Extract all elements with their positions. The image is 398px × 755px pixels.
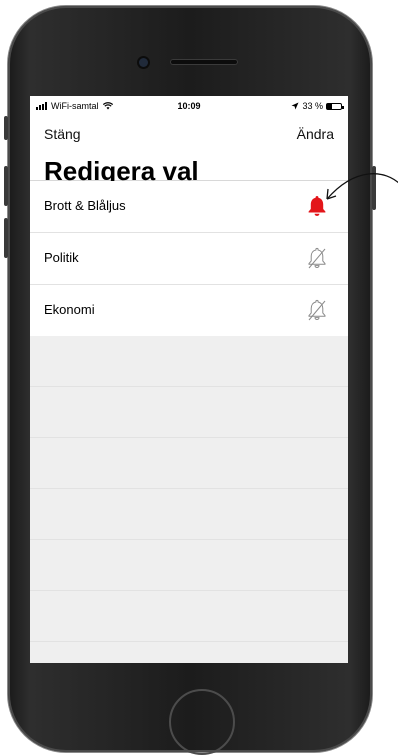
empty-row <box>30 540 348 591</box>
empty-list-area <box>30 336 348 642</box>
list-item-label: Politik <box>44 250 79 265</box>
list-item[interactable]: Politik <box>30 233 348 285</box>
earpiece-speaker <box>170 59 238 65</box>
topic-list: Brott & Blåljus Politik Ekonomi <box>30 181 348 336</box>
volume-up-button <box>4 166 8 206</box>
list-item-label: Brott & Blåljus <box>44 198 126 213</box>
navigation-bar: Stäng Ändra Redigera val <box>30 118 348 186</box>
close-button[interactable]: Stäng <box>44 126 81 142</box>
front-camera <box>139 58 148 67</box>
empty-row <box>30 387 348 438</box>
silent-switch <box>4 116 8 140</box>
list-item[interactable]: Ekonomi <box>30 285 348 336</box>
bell-off-icon[interactable] <box>306 298 328 322</box>
list-item[interactable]: Brott & Blåljus <box>30 181 348 233</box>
empty-row <box>30 591 348 642</box>
status-bar: WiFi-samtal 10:09 33 % <box>30 96 348 118</box>
location-icon <box>291 102 299 110</box>
status-right: 33 % <box>291 101 344 111</box>
list-item-label: Ekonomi <box>44 302 95 317</box>
empty-row <box>30 489 348 540</box>
home-button[interactable] <box>169 689 235 755</box>
battery-level <box>327 103 332 109</box>
edit-button[interactable]: Ändra <box>297 126 334 142</box>
empty-row <box>30 336 348 387</box>
volume-down-button <box>4 218 8 258</box>
screen: WiFi-samtal 10:09 33 % Stäng Ändra Redig… <box>30 96 348 663</box>
bell-off-icon[interactable] <box>306 246 328 270</box>
annotation-arrow <box>326 173 398 200</box>
battery-icon <box>326 102 344 110</box>
battery-percent: 33 % <box>302 101 323 111</box>
empty-row <box>30 438 348 489</box>
